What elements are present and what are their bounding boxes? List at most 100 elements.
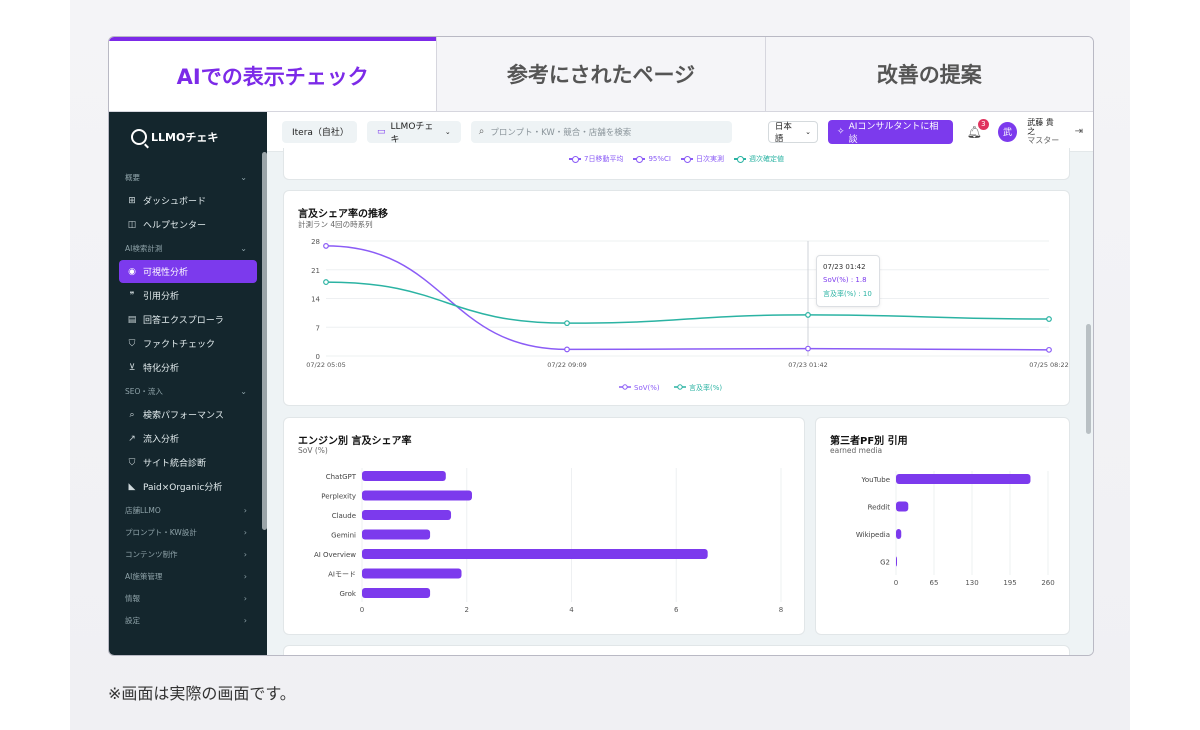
legend-item[interactable]: 週次確定値 <box>733 154 784 164</box>
legend-marker <box>680 156 693 163</box>
legend-item[interactable]: 日次実測 <box>680 154 724 164</box>
chevron-right-icon: › <box>243 593 247 603</box>
y-tick-label: 0 <box>316 353 320 361</box>
y-tick-label: 14 <box>311 296 320 304</box>
tab-referenced-pages[interactable]: 参考にされたページ <box>436 37 765 111</box>
x-tick-label: 4 <box>569 606 574 614</box>
sidebar-item[interactable]: ⛉ ファクトチェック <box>119 332 257 355</box>
sidebar-item[interactable]: ◉ 可視性分析 <box>119 260 257 283</box>
tab-ai-display-check[interactable]: AIでの表示チェック <box>109 37 437 111</box>
trend-card-partial: 7日移動平均 95%CI 日次実測 週次確定値 <box>283 148 1070 180</box>
bar <box>362 529 431 540</box>
main-content: Itera（自社） ▭ LLMOチェキ ⌄ ⌕ プロンプト・KW・競合・店舗を検… <box>267 112 1093 655</box>
bar <box>362 588 431 598</box>
x-tick-label: 07/22 09:09 <box>547 361 587 369</box>
main-scrollbar[interactable] <box>1086 324 1091 434</box>
notification-badge: 3 <box>977 118 989 130</box>
brand-selector[interactable]: ▭ LLMOチェキ ⌄ <box>367 120 461 145</box>
category-label: Claude <box>332 512 356 520</box>
category-label: Grok <box>340 590 357 598</box>
sidebar-section-header[interactable]: AI検索計測 ⌄ <box>109 237 267 259</box>
logo[interactable]: LLMOチェキ <box>109 122 267 152</box>
legend-label: 95%CI <box>648 155 671 163</box>
notification-bell[interactable]: 🔔︎ 3 <box>967 118 989 139</box>
sidebar-item[interactable]: ⊻ 特化分析 <box>119 356 257 379</box>
user-info[interactable]: 武藤 貴之 マスター <box>1027 118 1060 146</box>
next-card-partial <box>283 645 1070 655</box>
engine-bar-chart: 0 2 4 6 8 ChatGPT Perplexity Claude Gemini AI Ove… <box>314 468 783 614</box>
book-icon: ◫ <box>127 219 137 230</box>
org-selector[interactable]: Itera（自社） <box>282 120 358 143</box>
sidebar-item[interactable]: ⛉ サイト統合診断 <box>119 451 257 474</box>
x-tick-label: 0 <box>360 606 364 614</box>
legend-item[interactable]: 95%CI <box>633 154 671 164</box>
sidebar-item[interactable]: ◣ Paid×Organic分析 <box>119 475 257 498</box>
mention-share-trend-card: 言及シェア率の推移 計測ラン 4回の時系列 0 7 14 21 28 07/22 05:0… <box>283 190 1070 406</box>
tab-improvement-proposals[interactable]: 改善の提案 <box>764 37 1093 111</box>
language-select[interactable]: 日本語 ⌄ <box>767 120 819 144</box>
x-tick-label: 0 <box>894 579 898 587</box>
sidebar-item[interactable]: ⌕ 検索パフォーマンス <box>119 403 257 426</box>
chevron-right-icon: › <box>243 549 247 559</box>
sidebar-section-header[interactable]: 設定 › <box>109 609 267 631</box>
logout-icon[interactable]: ⇥ <box>1075 126 1083 137</box>
screenshot-frame: AIでの表示チェック 参考にされたページ 改善の提案 LLMOチェキ 概要 ⌄ ⊞ ダ… <box>108 36 1094 656</box>
sidebar-section-header[interactable]: 概要 ⌄ <box>109 166 267 188</box>
search-icon: ⌕ <box>478 126 485 137</box>
chevron-down-icon: ⌄ <box>805 127 812 136</box>
top-bar: Itera（自社） ▭ LLMOチェキ ⌄ ⌕ プロンプト・KW・競合・店舗を検… <box>267 112 1093 152</box>
sidebar-nav: 概要 ⌄ ⊞ ダッシュボード ◫ ヘルプセンター AI検索計測 ⌄ ◉ 可視性分析 ❞ 引用分析 ▤ 回答… <box>109 166 267 631</box>
bar <box>362 471 446 481</box>
legend-item[interactable]: 7日移動平均 <box>569 154 623 164</box>
shield-check-icon: ⛉ <box>128 338 136 349</box>
explorer-icon: ▤ <box>127 314 137 325</box>
search-input[interactable]: ⌕ プロンプト・KW・競合・店舗を検索 <box>470 120 732 143</box>
sidebar-section-header[interactable]: 情報 › <box>109 587 267 609</box>
legend-marker <box>733 156 746 163</box>
eye-icon: ◉ <box>128 266 136 277</box>
sidebar-item[interactable]: ⊞ ダッシュボード <box>119 189 257 212</box>
category-label: Gemini <box>331 532 356 540</box>
tooltip-date: 07/23 01:42 <box>823 263 866 271</box>
chevron-down-icon: ⌄ <box>240 386 247 396</box>
chevron-down-icon: ⌄ <box>240 172 247 182</box>
sidebar-item-label: 可視性分析 <box>143 268 189 278</box>
sidebar-item[interactable]: ❞ 引用分析 <box>119 284 257 307</box>
avatar[interactable]: 武 <box>997 121 1018 142</box>
sidebar-item[interactable]: ↗ 流入分析 <box>119 427 257 450</box>
sidebar-item[interactable]: ▤ 回答エクスプローラ <box>119 308 257 331</box>
category-label: Wikipedia <box>856 531 890 539</box>
chevron-right-icon: › <box>243 505 247 515</box>
data-point <box>1046 346 1052 353</box>
legend-label: 言及率(%) <box>689 383 722 392</box>
data-point <box>1046 316 1052 322</box>
data-point <box>564 320 570 327</box>
x-tick-label: 07/25 08:22 <box>1029 361 1069 369</box>
legend-label: 日次実測 <box>695 155 724 163</box>
folder-icon: ▭ <box>377 126 386 137</box>
sidebar-item-label: 回答エクスプローラ <box>143 316 224 326</box>
engine-share-card: エンジン別 言及シェア率 SoV (%) 0 2 4 6 8 ChatGPT Perplex… <box>283 417 805 635</box>
bar <box>896 474 1031 484</box>
sidebar-section-header[interactable]: SEO・流入 ⌄ <box>109 380 267 402</box>
x-tick-label: 130 <box>965 579 978 587</box>
sidebar-item-label: 流入分析 <box>143 435 180 445</box>
consult-ai-button[interactable]: ✧ AIコンサルタントに相談 <box>828 119 953 145</box>
category-label: G2 <box>880 559 890 567</box>
data-point <box>805 312 811 318</box>
bar <box>362 549 708 559</box>
feature-tabs: AIでの表示チェック 参考にされたページ 改善の提案 <box>109 37 1093 112</box>
sidebar-item[interactable]: ◫ ヘルプセンター <box>119 213 257 236</box>
x-tick-label: 2 <box>465 606 469 614</box>
bar <box>896 529 902 539</box>
third-party-bar-chart: 0 65 130 195 260 YouTube Reddit Wikipedia G2 <box>856 471 1055 587</box>
legend-marker-dot <box>677 384 683 390</box>
legend-label: 週次確定値 <box>748 155 784 163</box>
sidebar-section-header[interactable]: コンテンツ制作 › <box>109 543 267 565</box>
sidebar-section-header[interactable]: プロンプト・KW設計 › <box>109 521 267 543</box>
y-tick-label: 21 <box>311 267 320 275</box>
trend-icon: ↗ <box>128 433 136 444</box>
bar <box>896 501 909 512</box>
sidebar-section-header[interactable]: AI施策管理 › <box>109 565 267 587</box>
sidebar-section-header[interactable]: 店舗LLMO › <box>109 499 267 521</box>
